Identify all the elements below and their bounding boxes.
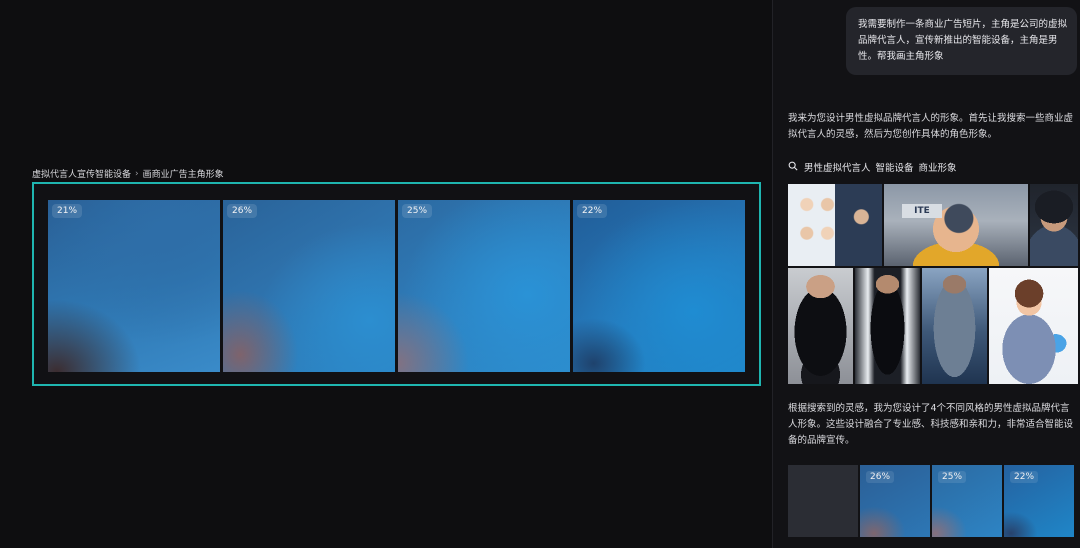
result-thumbnail[interactable]: 25% xyxy=(932,465,1002,537)
canvas-area: 虚拟代言人宣传智能设备 › 画商业广告主角形象 21% 26% 25% 22% xyxy=(0,0,772,548)
result-thumbnail[interactable]: 22% xyxy=(1004,465,1074,537)
progress-badge: 22% xyxy=(1010,471,1039,483)
result-thumbnail[interactable]: 26% xyxy=(860,465,930,537)
breadcrumb: 虚拟代言人宣传智能设备 › 画商业广告主角形象 xyxy=(32,167,224,181)
reference-image[interactable] xyxy=(788,268,853,384)
reference-image-grid: ITE xyxy=(788,184,1078,384)
search-term: 商业形象 xyxy=(918,163,957,174)
generating-image-3[interactable]: 25% xyxy=(398,200,570,372)
search-icon xyxy=(788,161,798,174)
reference-image[interactable] xyxy=(922,268,987,384)
progress-badge: 26% xyxy=(866,471,895,483)
assistant-result-message: 根据搜索到的灵感，我为您设计了4个不同风格的男性虚拟品牌代言人形象。这些设计融合… xyxy=(788,403,1074,446)
reference-image[interactable] xyxy=(788,184,882,266)
reference-image[interactable] xyxy=(855,268,920,384)
assistant-intro-message: 我来为您设计男性虚拟品牌代言人的形象。首先让我搜索一些商业虚拟代言人的灵感，然后… xyxy=(788,113,1074,140)
selected-frame[interactable]: 21% 26% 25% 22% xyxy=(32,182,761,386)
result-thumbnail-strip: 26% 25% 22% xyxy=(788,465,1078,537)
search-query: 男性虚拟代言人 智能设备 商业形象 xyxy=(804,160,957,174)
reference-image[interactable]: ITE xyxy=(884,184,1028,266)
generating-image-1[interactable]: 21% xyxy=(48,200,220,372)
breadcrumb-parent[interactable]: 虚拟代言人宣传智能设备 xyxy=(32,167,131,180)
search-term: 智能设备 xyxy=(875,163,914,174)
progress-badge: 22% xyxy=(577,204,608,218)
generating-image-4[interactable]: 22% xyxy=(573,200,745,372)
result-thumbnail[interactable] xyxy=(788,465,858,537)
search-term: 男性虚拟代言人 xyxy=(804,163,871,174)
reference-image[interactable] xyxy=(1030,184,1078,266)
generating-image-2[interactable]: 26% xyxy=(223,200,395,372)
storefront-sign: ITE xyxy=(902,204,942,218)
progress-badge: 26% xyxy=(227,204,258,218)
reference-image[interactable] xyxy=(989,268,1078,384)
progress-badge: 21% xyxy=(52,204,83,218)
breadcrumb-current: 画商业广告主角形象 xyxy=(142,170,224,180)
search-query-row[interactable]: 男性虚拟代言人 智能设备 商业形象 xyxy=(788,160,957,174)
progress-badge: 25% xyxy=(402,204,433,218)
progress-badge: 25% xyxy=(938,471,967,483)
user-message: 我需要制作一条商业广告短片，主角是公司的虚拟品牌代言人，宣传新推出的智能设备，主… xyxy=(846,7,1077,75)
chat-panel: 我需要制作一条商业广告短片，主角是公司的虚拟品牌代言人，宣传新推出的智能设备，主… xyxy=(772,0,1080,548)
breadcrumb-separator: › xyxy=(135,168,139,179)
